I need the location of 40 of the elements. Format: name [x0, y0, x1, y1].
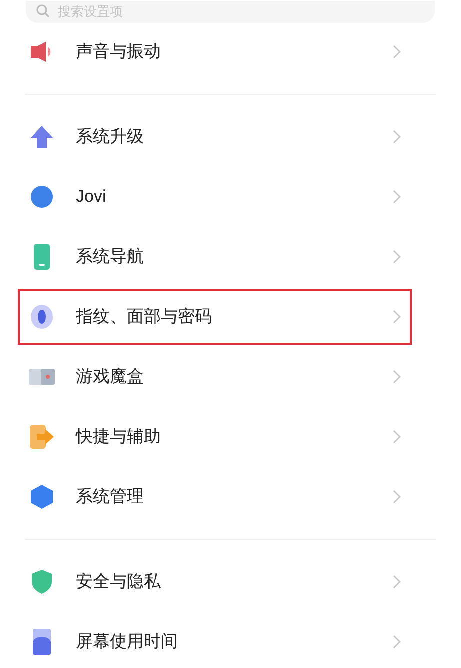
settings-item[interactable]: 安全与隐私: [0, 552, 461, 612]
item-label: 屏幕使用时间: [76, 631, 179, 654]
chevron-icon: [393, 430, 401, 444]
chevron-icon: [393, 635, 401, 649]
search-icon: [36, 4, 50, 18]
item-label: 系统管理: [76, 486, 145, 508]
item-label: 安全与隐私: [76, 571, 162, 594]
chevron-icon: [393, 575, 401, 589]
settings-item[interactable]: 系统升级: [0, 107, 461, 167]
settings-item[interactable]: 指纹、面部与密码: [0, 287, 461, 347]
chevron-icon: [393, 190, 401, 204]
arrow-right-icon: [29, 424, 55, 450]
settings-item[interactable]: 系统导航: [0, 227, 461, 287]
settings-item[interactable]: Jovi: [0, 167, 461, 227]
settings-item[interactable]: 游戏魔盒: [0, 347, 461, 407]
settings-item[interactable]: 声音与振动: [0, 22, 461, 82]
game-box-icon: [28, 367, 56, 387]
item-label: 系统导航: [76, 246, 145, 268]
item-label: Jovi: [76, 186, 108, 208]
chevron-icon: [393, 250, 401, 264]
shield-icon: [30, 569, 54, 595]
settings-item[interactable]: 系统管理: [0, 467, 461, 527]
assistant-icon: [30, 185, 54, 209]
item-label: 系统升级: [76, 126, 145, 148]
hexagon-icon: [29, 484, 55, 510]
item-label: 声音与振动: [76, 41, 162, 64]
chevron-icon: [393, 310, 401, 324]
screen-time-icon: [32, 629, 52, 655]
chevron-icon: [393, 130, 401, 144]
chevron-icon: [393, 370, 401, 384]
item-label: 快捷与辅助: [76, 426, 162, 448]
fingerprint-icon: [30, 304, 54, 330]
settings-item[interactable]: 屏幕使用时间: [0, 612, 461, 668]
item-label: 指纹、面部与密码: [76, 306, 213, 328]
phone-icon: [33, 244, 51, 270]
chevron-icon: [393, 490, 401, 504]
item-label: 游戏魔盒: [76, 366, 145, 388]
settings-item[interactable]: 快捷与辅助: [0, 407, 461, 467]
arrow-up-icon: [30, 125, 54, 149]
chevron-icon: [393, 45, 401, 59]
